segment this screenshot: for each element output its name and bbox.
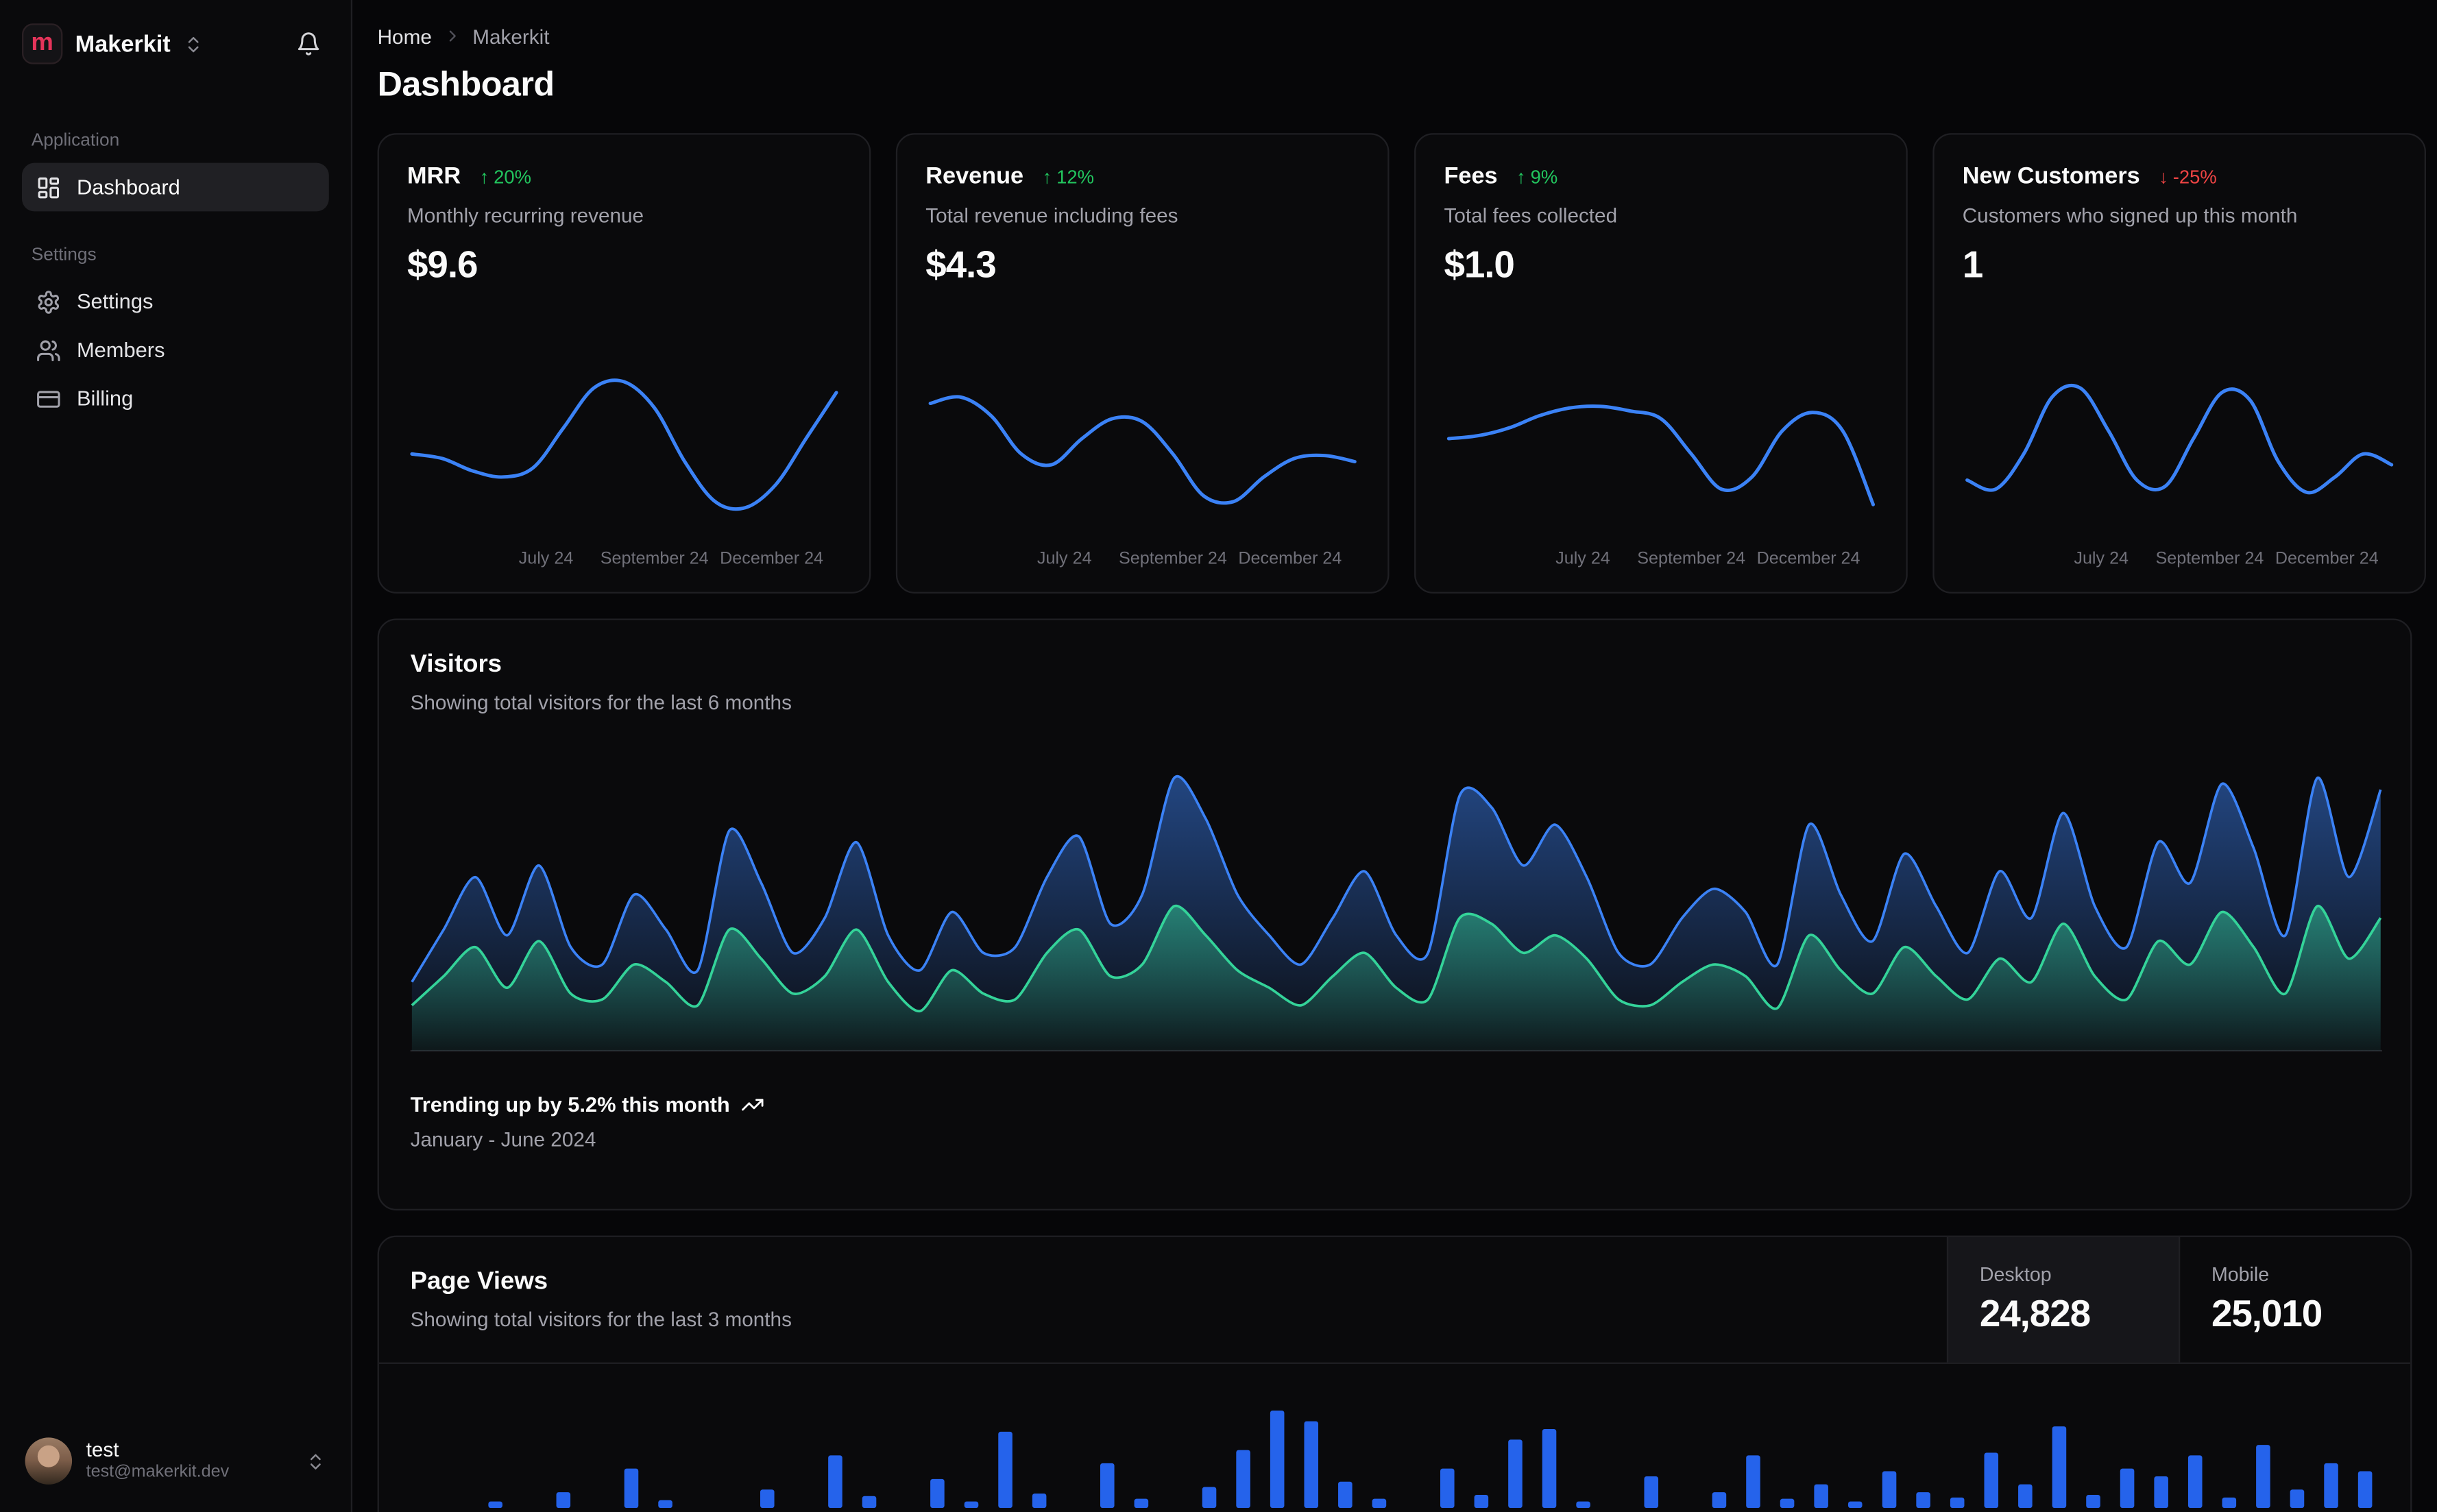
breadcrumb-current: Makerkit [472,24,550,48]
toggle-desktop[interactable]: Desktop 24,828 [1946,1236,2179,1363]
stat-value: $4.3 [925,244,996,287]
x-axis-labels: July 24 September 24 December 24 [1036,549,1342,569]
stat-description: Monthly recurring revenue [407,204,644,228]
stat-title: New Customers [1962,162,2140,190]
toggle-value: 25,010 [2211,1293,2323,1335]
visitors-area-chart [410,775,2383,1052]
trend-badge: 9% [1516,165,1558,187]
sidebar-item-label: Settings [76,289,154,313]
sidebar-item-label: Members [76,338,165,362]
trend-badge: 12% [1043,165,1094,187]
revenue-sparkline-chart [928,395,1357,505]
visitors-period: January - June 2024 [410,1127,596,1151]
sidebar-item-billing[interactable]: Billing [22,374,329,423]
avatar [25,1437,73,1485]
main-content: Home Makerkit Dashboard MRR 20% Monthly … [352,0,2437,1512]
visitors-title: Visitors [410,651,502,679]
stat-title: Revenue [925,162,1024,190]
stat-card-fees: Fees 9% Total fees collected $1.0 July 2… [1414,133,1908,594]
sidebar-item-label: Dashboard [76,175,180,199]
toggle-label: Desktop [1979,1263,2052,1285]
page-views-toggle-group: Desktop 24,828 Mobile 25,010 [1946,1236,2410,1363]
visitors-trend-text: Trending up by 5.2% this month [410,1093,730,1117]
makerkit-logo: m [21,23,63,64]
stat-cards-row: MRR 20% Monthly recurring revenue $9.6 J… [377,133,2427,594]
credit-card-icon [36,386,62,411]
stat-description: Total revenue including fees [925,204,1178,228]
stat-value: $1.0 [1444,244,1514,287]
stat-card-revenue: Revenue 12% Total revenue including fees… [895,133,1390,594]
x-axis-labels: July 24 September 24 December 24 [2074,549,2379,569]
sidebar-item-dashboard[interactable]: Dashboard [21,162,329,212]
toggle-mobile[interactable]: Mobile 25,010 [2179,1236,2410,1363]
stat-card-mrr: MRR 20% Monthly recurring revenue $9.6 J… [377,133,871,594]
trend-arrow-icon [1516,165,1526,187]
sidebar-item-settings[interactable]: Settings [22,277,329,326]
toggle-value: 24,828 [1979,1293,2091,1335]
chevrons-up-down-icon [306,1451,326,1472]
trend-badge: -25% [2159,165,2217,187]
workspace-name: Makerkit [75,30,171,58]
fees-sparkline-chart [1446,404,1876,507]
stat-title: MRR [407,162,461,190]
visitors-card: Visitors Showing total visitors for the … [377,618,2412,1211]
page-views-subtitle: Showing total visitors for the last 3 mo… [410,1307,792,1331]
new-customers-sparkline-chart [1965,383,2394,495]
gear-icon [36,289,62,315]
trend-arrow-icon [2159,165,2168,187]
chevron-right-icon [443,27,461,45]
toggle-label: Mobile [2211,1263,2270,1285]
sidebar: m Makerkit Application Dashboard Setting… [0,0,353,1512]
nav-section-application: Application [31,131,120,151]
page-views-title: Page Views [410,1268,548,1295]
user-email: test@makerkit.dev [86,1463,230,1482]
breadcrumb: Home Makerkit [378,22,2412,50]
stat-value: 1 [1962,244,1984,287]
visitors-subtitle: Showing total visitors for the last 6 mo… [410,690,792,714]
sidebar-nav: Application Dashboard Settings Settings [21,131,329,457]
sidebar-item-members[interactable]: Members [22,326,329,374]
account-menu-button[interactable]: test test@makerkit.dev [22,1431,329,1491]
x-axis-labels: July 24 September 24 December 24 [1555,549,1860,569]
page-views-bar-chart [488,1411,2373,1509]
trend-arrow-icon [480,165,489,187]
nav-section-settings: Settings [31,245,97,265]
sidebar-item-label: Billing [76,387,134,411]
bell-icon [296,32,322,57]
stat-value: $9.6 [407,244,478,287]
stat-title: Fees [1444,162,1498,190]
trend-badge: 20% [480,165,531,187]
stat-description: Customers who signed up this month [1962,204,2298,228]
page-title: Dashboard [377,64,555,103]
trending-up-icon [741,1093,764,1117]
breadcrumb-home-link[interactable]: Home [378,24,432,47]
x-axis-labels: July 24 September 24 December 24 [518,549,824,569]
workspace-selector[interactable]: m Makerkit [21,19,329,69]
trend-arrow-icon [1043,165,1052,187]
dashboard-icon [36,175,62,200]
mrr-sparkline-chart [410,378,838,511]
stat-description: Total fees collected [1444,204,1618,228]
app-window: m Makerkit Application Dashboard Setting… [0,0,2437,1512]
notifications-button[interactable] [288,23,328,64]
stat-card-new-customers: New Customers -25% Customers who signed … [1932,133,2427,594]
users-icon [36,337,62,363]
chevrons-up-down-icon[interactable] [183,34,204,54]
page-views-card: Page Views Showing total visitors for th… [377,1235,2412,1512]
user-name: test [86,1437,119,1461]
